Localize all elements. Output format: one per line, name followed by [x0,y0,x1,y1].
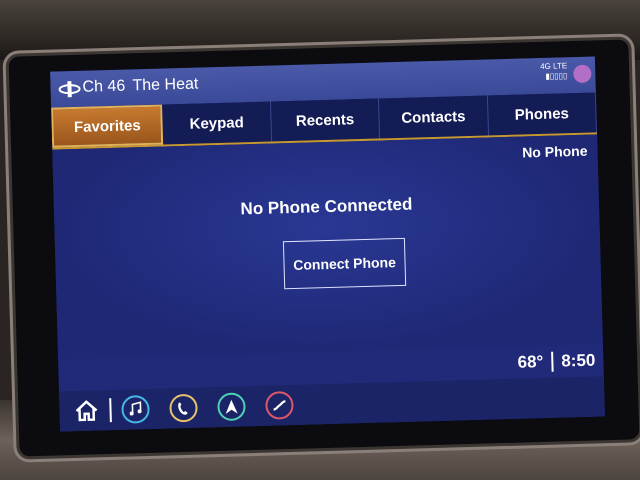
phone-content: No Phone No Phone Connected Connect Phon… [52,134,603,360]
phone-icon[interactable] [169,393,198,423]
tab-phones[interactable]: Phones [487,92,598,136]
tab-keypad[interactable]: Keypad [162,101,272,145]
home-icon[interactable] [73,397,100,424]
climate-clock: 68° 8:50 [517,350,596,373]
tab-favorites[interactable]: Favorites [51,104,164,148]
channel-number[interactable]: Ch 46 [82,78,125,97]
network-status: 4G LTE ▮▯▯▯▯ [540,61,568,82]
no-phone-message: No Phone Connected [240,194,413,219]
nav-divider [109,398,112,423]
music-icon[interactable] [121,395,150,424]
user-avatar-icon[interactable] [573,64,592,84]
navigation-icon[interactable] [217,392,246,422]
satellite-radio-icon [58,81,81,98]
phone-status-label: No Phone [521,142,588,161]
connect-phone-button[interactable]: Connect Phone [282,237,407,290]
infotainment-screen: Ch 46 The Heat 4G LTE ▮▯▯▯▯ Favorites Ke… [50,56,605,432]
signal-bars: ▮▯▯▯▯ [545,71,568,81]
tab-contacts[interactable]: Contacts [379,95,489,139]
clock: 8:50 [561,350,596,371]
tab-recents[interactable]: Recents [270,98,381,142]
onstar-icon[interactable] [265,391,294,420]
temperature[interactable]: 68° [517,352,543,373]
station-name[interactable]: The Heat [132,76,198,96]
divider [551,351,554,372]
